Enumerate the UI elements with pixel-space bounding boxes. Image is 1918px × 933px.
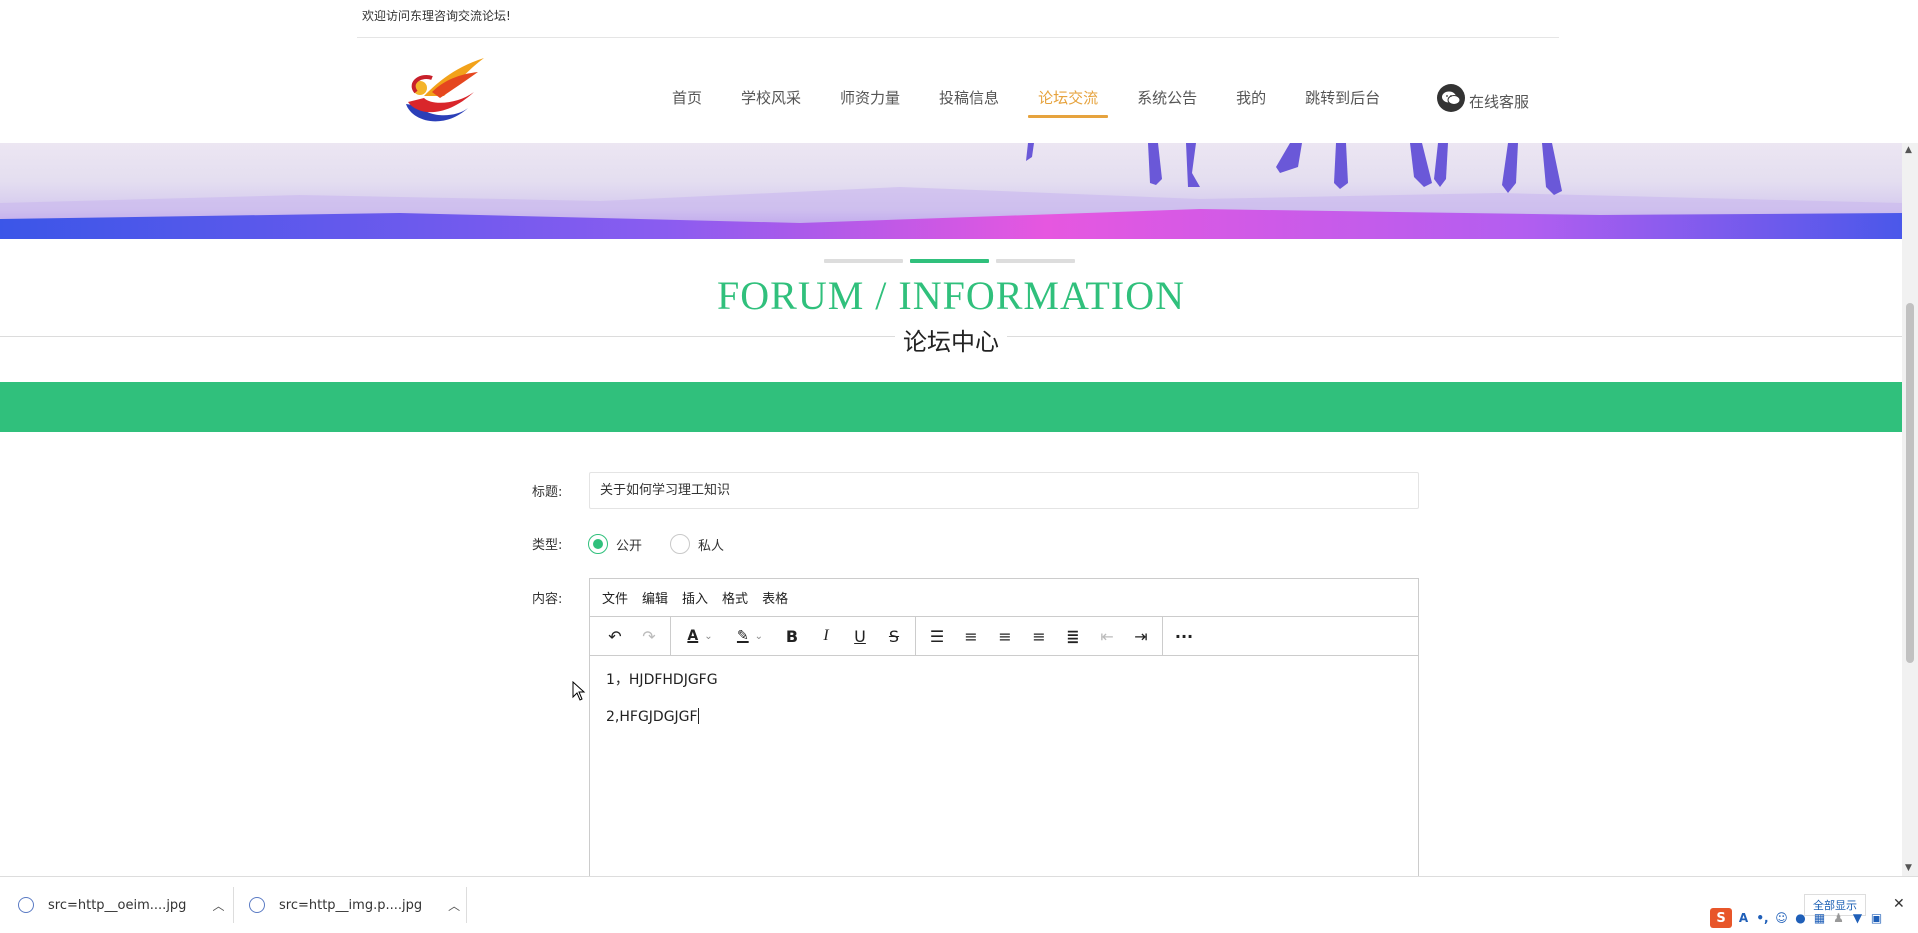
section-title-cn: 论坛中心 bbox=[895, 328, 1007, 356]
carousel-dot[interactable] bbox=[996, 259, 1075, 263]
menu-insert[interactable]: 插入 bbox=[682, 588, 708, 607]
section-title-en: FORUM / INFORMATION bbox=[717, 273, 1185, 318]
ime-tray: S A •, ☺ ● ▦ ♟ ▼ ▣ bbox=[1710, 908, 1884, 928]
toolbar-separator bbox=[915, 617, 916, 655]
strikethrough-icon[interactable]: S bbox=[877, 621, 911, 651]
underline-icon[interactable]: U bbox=[843, 621, 877, 651]
scroll-down-icon[interactable]: ▼ bbox=[1905, 863, 1912, 873]
redo-icon[interactable]: ↷ bbox=[632, 621, 666, 651]
outdent-icon[interactable]: ⇤ bbox=[1090, 621, 1124, 651]
italic-icon[interactable]: I bbox=[809, 621, 843, 651]
image-file-icon bbox=[18, 897, 34, 913]
editor-toolbar: ↶ ↷ A ⌄ ✎ ⌄ B I U S ☰ ≡ ≡ ≡ ≣ ⇤ ⇥ ··· bbox=[590, 617, 1418, 656]
type-option-label: 公开 bbox=[616, 538, 643, 554]
mouse-cursor-icon bbox=[572, 681, 586, 701]
toolbox-icon[interactable]: ▣ bbox=[1869, 911, 1884, 926]
skin-icon[interactable]: ▼ bbox=[1850, 911, 1865, 926]
type-radio-private[interactable]: 私人 bbox=[670, 534, 724, 554]
top-welcome-bar: 欢迎访问东理咨询交流论坛! bbox=[357, 0, 1559, 38]
scroll-up-icon[interactable]: ▲ bbox=[1905, 145, 1912, 155]
welcome-text: 欢迎访问东理咨询交流论坛! bbox=[362, 9, 511, 23]
download-separator bbox=[466, 887, 467, 923]
close-icon[interactable]: ✕ bbox=[1893, 896, 1905, 912]
nav-home[interactable]: 首页 bbox=[662, 86, 712, 118]
section-title-cn-wrap: 论坛中心 bbox=[0, 322, 1902, 357]
menu-edit[interactable]: 编辑 bbox=[642, 588, 668, 607]
undo-icon[interactable]: ↶ bbox=[598, 621, 632, 651]
mic-icon[interactable]: ● bbox=[1793, 911, 1808, 926]
green-divider-bar bbox=[0, 382, 1902, 432]
align-justify-icon[interactable]: ≣ bbox=[1056, 621, 1090, 651]
align-center-icon[interactable]: ≡ bbox=[988, 621, 1022, 651]
hero-banner bbox=[0, 143, 1902, 239]
chevron-up-icon[interactable]: ︿ bbox=[212, 897, 224, 914]
type-option-label: 私人 bbox=[698, 538, 725, 554]
site-logo[interactable] bbox=[398, 52, 490, 130]
bold-icon[interactable]: B bbox=[775, 621, 809, 651]
editor-menubar: 文件 编辑 插入 格式 表格 bbox=[590, 579, 1418, 617]
page-viewport: 欢迎访问东理咨询交流论坛! 首页 学校风采 师资力量 投稿信息 论坛交流 系统公… bbox=[0, 0, 1902, 876]
rich-text-editor: 文件 编辑 插入 格式 表格 ↶ ↷ A ⌄ ✎ ⌄ B I U S ☰ ≡ ≡ ≡… bbox=[589, 578, 1419, 876]
nav-submissions[interactable]: 投稿信息 bbox=[929, 86, 1009, 118]
download-item[interactable]: src=http__oeim....jpg ︿ bbox=[0, 877, 224, 933]
line-height-icon[interactable]: ☰ bbox=[920, 621, 954, 651]
vertical-scrollbar[interactable]: ▲ ▼ bbox=[1902, 143, 1918, 876]
more-icon[interactable]: ··· bbox=[1167, 621, 1201, 651]
type-radio-public[interactable]: 公开 bbox=[588, 534, 642, 554]
download-item[interactable]: src=http__img.p....jpg ︿ bbox=[231, 877, 460, 933]
toolbar-separator bbox=[1162, 617, 1163, 655]
chevron-up-icon[interactable]: ︿ bbox=[448, 897, 460, 914]
nav-announcements[interactable]: 系统公告 bbox=[1127, 86, 1207, 118]
type-label: 类型: bbox=[532, 538, 563, 553]
user-icon[interactable]: ♟ bbox=[1831, 911, 1846, 926]
download-filename: src=http__img.p....jpg bbox=[279, 897, 423, 913]
nav-mine[interactable]: 我的 bbox=[1226, 86, 1276, 118]
nav-admin[interactable]: 跳转到后台 bbox=[1295, 86, 1390, 118]
download-filename: src=http__oeim....jpg bbox=[48, 897, 187, 913]
text-caret bbox=[697, 708, 699, 724]
image-file-icon bbox=[249, 897, 265, 913]
emoji-icon[interactable]: ☺ bbox=[1774, 911, 1789, 926]
title-input[interactable]: 关于如何学习理工知识 bbox=[589, 472, 1419, 509]
menu-file[interactable]: 文件 bbox=[602, 588, 628, 607]
keyboard-icon[interactable]: ▦ bbox=[1812, 911, 1827, 926]
font-color-icon[interactable]: A ⌄ bbox=[675, 621, 725, 651]
online-service-label: 在线客服 bbox=[1469, 93, 1530, 111]
scrollbar-thumb[interactable] bbox=[1906, 303, 1914, 663]
punctuation-icon[interactable]: •, bbox=[1755, 911, 1770, 926]
menu-format[interactable]: 格式 bbox=[722, 588, 748, 607]
content-line-2-text: 2,HFGJDGJGF bbox=[606, 709, 698, 725]
toolbar-separator bbox=[670, 617, 671, 655]
align-right-icon[interactable]: ≡ bbox=[1022, 621, 1056, 651]
carousel-dot[interactable] bbox=[824, 259, 903, 263]
content-line-2: 2,HFGJDGJGF bbox=[606, 707, 1402, 727]
title-label: 标题: bbox=[532, 485, 563, 500]
editor-content-area[interactable]: 1，HJDFHDJGFG 2,HFGJDGJGF bbox=[590, 656, 1418, 758]
online-service-link[interactable]: 在线客服 bbox=[1437, 83, 1529, 112]
sogou-ime-icon[interactable]: S bbox=[1710, 908, 1732, 928]
align-left-icon[interactable]: ≡ bbox=[954, 621, 988, 651]
nav-school[interactable]: 学校风采 bbox=[731, 86, 811, 118]
font-icon[interactable]: A bbox=[1736, 911, 1751, 926]
nav-teachers[interactable]: 师资力量 bbox=[830, 86, 910, 118]
radio-checked-icon bbox=[588, 534, 608, 554]
main-nav: 首页 学校风采 师资力量 投稿信息 论坛交流 系统公告 我的 跳转到后台 bbox=[662, 86, 1409, 118]
download-bar: src=http__oeim....jpg ︿ src=http__img.p.… bbox=[0, 876, 1918, 932]
radio-unchecked-icon bbox=[670, 534, 690, 554]
highlight-icon[interactable]: ✎ ⌄ bbox=[725, 621, 775, 651]
indent-icon[interactable]: ⇥ bbox=[1124, 621, 1158, 651]
nav-forum[interactable]: 论坛交流 bbox=[1028, 86, 1109, 118]
carousel-dot-active[interactable] bbox=[910, 259, 989, 263]
content-label: 内容: bbox=[532, 592, 563, 607]
carousel-indicators bbox=[824, 259, 1075, 263]
content-line-1: 1，HJDFHDJGFG bbox=[606, 672, 718, 688]
wechat-icon bbox=[1437, 83, 1465, 112]
menu-table[interactable]: 表格 bbox=[762, 588, 788, 607]
